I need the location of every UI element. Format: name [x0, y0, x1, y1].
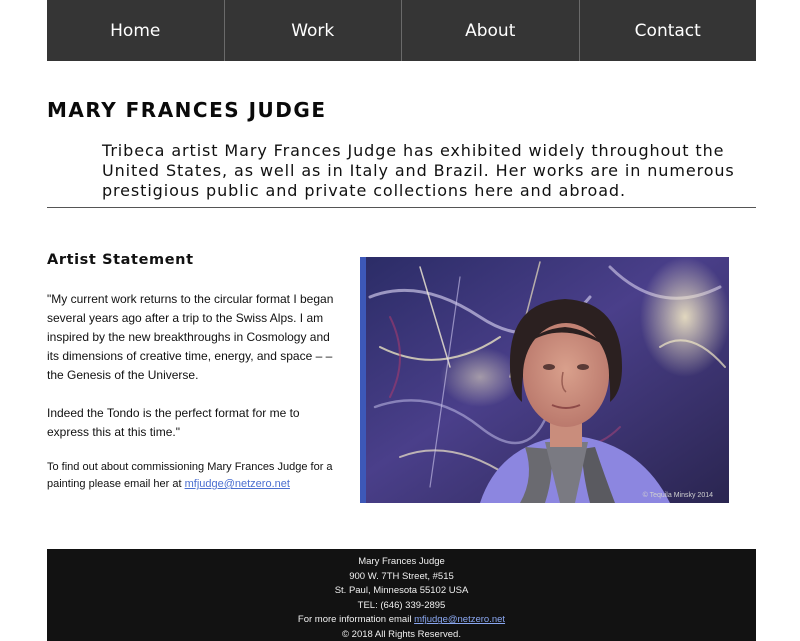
artist-photo-image [360, 257, 729, 503]
nav-work[interactable]: Work [225, 0, 402, 61]
footer-name: Mary Frances Judge [358, 556, 445, 567]
footer-info-label: For more information email [297, 614, 415, 626]
main-nav: Home Work About Contact [47, 0, 756, 61]
footer-street: 900 W. 7TH Street, #515 [349, 570, 454, 582]
footer-email-link[interactable]: mfjudge@netzero.net [414, 614, 505, 625]
intro-text: Tribeca artist Mary Frances Judge has ex… [102, 141, 735, 200]
page-title: MARY FRANCES JUDGE [47, 98, 327, 122]
footer: Mary Frances Judge 900 W. 7TH Street, #5… [47, 549, 756, 641]
nav-home[interactable]: Home [47, 0, 225, 61]
statement-paragraph-2: Indeed the Tondo is the perfect format f… [47, 406, 300, 439]
footer-info: For more information email mfjudge@netze… [47, 613, 756, 628]
commission-text: To find out about commissioning Mary Fra… [47, 459, 339, 493]
statement-paragraph-1: "My current work returns to the circular… [47, 292, 334, 382]
photo-credit: © Tequila Minsky 2014 [642, 492, 713, 499]
footer-phone: TEL: (646) 339-2895 [357, 599, 446, 611]
section-divider [47, 207, 756, 208]
artist-statement: "My current work returns to the circular… [47, 290, 339, 461]
nav-contact[interactable]: Contact [580, 0, 757, 61]
nav-about[interactable]: About [402, 0, 580, 61]
footer-copyright: © 2018 All Rights Reserved. [342, 628, 461, 640]
commission-email-link[interactable]: mfjudge@netzero.net [185, 478, 290, 490]
artist-statement-heading: Artist Statement [47, 252, 194, 268]
footer-city: St. Paul, Minnesota 55102 USA [334, 585, 469, 597]
artist-photo: © Tequila Minsky 2014 [360, 257, 729, 503]
